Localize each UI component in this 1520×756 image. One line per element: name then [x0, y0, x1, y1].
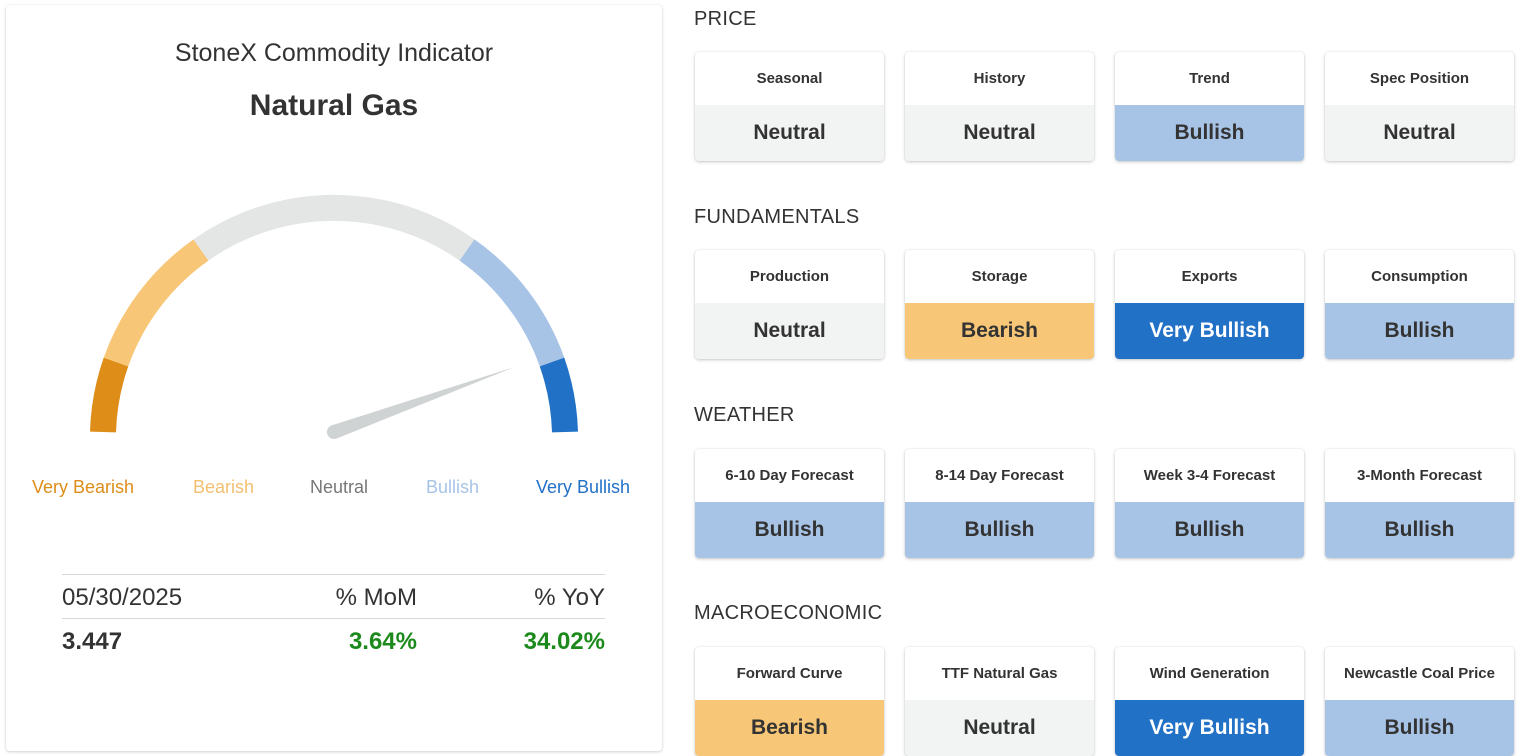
stats-mom-value: 3.64%: [348, 628, 417, 655]
tile-status: Very Bullish: [1115, 303, 1304, 359]
gauge-segment-neutral: [193, 194, 475, 261]
scale-label-very-bullish: Very Bullish: [536, 477, 631, 497]
tile-label: Trend: [1189, 70, 1230, 87]
tile-spec-position[interactable]: Spec Position Neutral: [1325, 52, 1514, 161]
tile-status: Bullish: [1325, 303, 1514, 359]
tile-trend[interactable]: Trend Bullish: [1115, 52, 1304, 161]
tile-status: Bearish: [695, 700, 884, 756]
stats-yoy-label: % YoY: [534, 584, 605, 611]
tile-production[interactable]: Production Neutral: [695, 250, 884, 359]
tile-seasonal[interactable]: Seasonal Neutral: [695, 52, 884, 161]
gauge-segment-bearish: [103, 239, 209, 367]
scale-label-neutral: Neutral: [310, 477, 369, 497]
price-stats-table: 05/30/2025 % MoM % YoY 3.447 3.64% 34.02…: [62, 574, 605, 662]
tile-label: Forward Curve: [736, 665, 843, 682]
stats-yoy-value: 34.02%: [523, 628, 605, 655]
section-title-fundamentals: FUNDAMENTALS: [694, 206, 860, 228]
tile-label: History: [973, 70, 1026, 87]
gauge-segment-bullish: [459, 239, 565, 367]
section-title-price: PRICE: [694, 8, 757, 30]
tile-status: Bullish: [905, 502, 1094, 558]
tile-status: Neutral: [905, 700, 1094, 756]
scale-label-very-bearish: Very Bearish: [32, 477, 135, 497]
scale-label-bullish: Bullish: [426, 477, 480, 497]
tile-label: Wind Generation: [1149, 665, 1270, 682]
tile-label: 6-10 Day Forecast: [725, 467, 854, 484]
tile-8-14-day-forecast[interactable]: 8-14 Day Forecast Bullish: [905, 449, 1094, 558]
tile-label: TTF Natural Gas: [941, 665, 1058, 682]
tile-consumption[interactable]: Consumption Bullish: [1325, 250, 1514, 359]
tile-status: Very Bullish: [1115, 700, 1304, 756]
tile-label: 3-Month Forecast: [1356, 467, 1482, 484]
tile-status: Neutral: [695, 105, 884, 161]
section-title-macroeconomic: MACROECONOMIC: [694, 602, 883, 624]
stats-price: 3.447: [62, 628, 123, 655]
tile-label: Consumption: [1371, 268, 1468, 285]
stats-value-row: 3.447 3.64% 34.02%: [62, 618, 605, 662]
stats-date: 05/30/2025: [62, 584, 183, 611]
stats-mom-label: % MoM: [335, 584, 417, 611]
tile-wind-generation[interactable]: Wind Generation Very Bullish: [1115, 647, 1304, 756]
tile-status: Neutral: [1325, 105, 1514, 161]
tile-label: Week 3-4 Forecast: [1143, 467, 1276, 484]
gauge-needle: [327, 366, 515, 439]
tile-label: Storage: [971, 268, 1028, 285]
tile-label: Production: [749, 268, 830, 285]
sentiment-gauge: [90, 194, 578, 439]
section-title-weather: WEATHER: [694, 404, 795, 426]
tile-3-month-forecast[interactable]: 3-Month Forecast Bullish: [1325, 449, 1514, 558]
tile-storage[interactable]: Storage Bearish: [905, 250, 1094, 359]
tile-label: Spec Position: [1369, 70, 1470, 87]
tile-exports[interactable]: Exports Very Bullish: [1115, 250, 1304, 359]
tile-status: Bullish: [1115, 502, 1304, 558]
tile-status: Bearish: [905, 303, 1094, 359]
tile-history[interactable]: History Neutral: [905, 52, 1094, 161]
tile-status: Bullish: [695, 502, 884, 558]
tile-status: Bullish: [1325, 502, 1514, 558]
indicator-card: StoneX Commodity Indicator Natural Gas V…: [6, 5, 662, 751]
tile-status: Bullish: [1325, 700, 1514, 756]
tile-forward-curve[interactable]: Forward Curve Bearish: [695, 647, 884, 756]
tile-week-3-4-forecast[interactable]: Week 3-4 Forecast Bullish: [1115, 449, 1304, 558]
tile-label: Seasonal: [756, 70, 823, 87]
tile-label: 8-14 Day Forecast: [935, 467, 1064, 484]
tile-label: Newcastle Coal Price: [1344, 665, 1495, 682]
stats-header-row: 05/30/2025 % MoM % YoY: [62, 574, 605, 618]
scale-label-bearish: Bearish: [193, 477, 255, 497]
tile-6-10-day-forecast[interactable]: 6-10 Day Forecast Bullish: [695, 449, 884, 558]
gauge-segment-very-bearish: [90, 357, 129, 433]
gauge-segment-very-bullish: [539, 357, 578, 433]
tile-status: Neutral: [695, 303, 884, 359]
tile-ttf-natural-gas[interactable]: TTF Natural Gas Neutral: [905, 647, 1094, 756]
tile-label: Exports: [1181, 268, 1238, 285]
tile-newcastle-coal-price[interactable]: Newcastle Coal Price Bullish: [1325, 647, 1514, 756]
tile-status: Bullish: [1115, 105, 1304, 161]
tile-status: Neutral: [905, 105, 1094, 161]
